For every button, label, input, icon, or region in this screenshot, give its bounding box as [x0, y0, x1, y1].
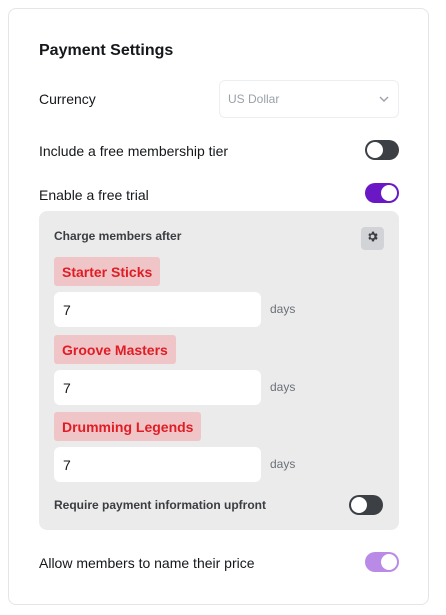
toggle-knob — [381, 185, 397, 201]
charge-members-heading: Charge members after — [54, 229, 182, 243]
payment-settings-card: Payment Settings Currency US Dollar Incl… — [8, 8, 429, 605]
require-payment-label: Require payment information upfront — [54, 498, 267, 512]
settings-button[interactable] — [361, 227, 384, 250]
free-trial-label: Enable a free trial — [39, 187, 149, 203]
trial-days-input[interactable]: 7 — [54, 292, 261, 327]
free-membership-toggle[interactable] — [365, 140, 399, 160]
tier-tag-starter-sticks: Starter Sticks — [54, 257, 161, 286]
require-payment-toggle[interactable] — [349, 495, 383, 515]
currency-label: Currency — [39, 91, 96, 107]
page-title: Payment Settings — [39, 42, 174, 59]
days-unit-label: days — [270, 380, 296, 394]
free-trial-panel: Charge members after Starter Sticks 7 da… — [39, 211, 399, 530]
name-price-toggle[interactable] — [365, 552, 399, 572]
currency-select-value: US Dollar — [228, 92, 280, 106]
free-membership-label: Include a free membership tier — [39, 143, 229, 159]
tier-tag-drumming-legends: Drumming Legends — [54, 412, 202, 441]
chevron-down-icon — [378, 93, 390, 105]
days-unit-label: days — [270, 457, 296, 471]
trial-days-input[interactable]: 7 — [54, 370, 261, 405]
days-unit-label: days — [270, 302, 296, 316]
trial-days-input[interactable]: 7 — [54, 447, 261, 482]
name-price-label: Allow members to name their price — [39, 555, 255, 571]
tier-tag-groove-masters: Groove Masters — [54, 335, 176, 364]
currency-select[interactable]: US Dollar — [219, 80, 399, 118]
free-trial-toggle[interactable] — [365, 183, 399, 203]
toggle-knob — [367, 142, 383, 158]
gear-icon — [366, 230, 379, 248]
toggle-knob — [381, 554, 397, 570]
toggle-knob — [351, 497, 367, 513]
